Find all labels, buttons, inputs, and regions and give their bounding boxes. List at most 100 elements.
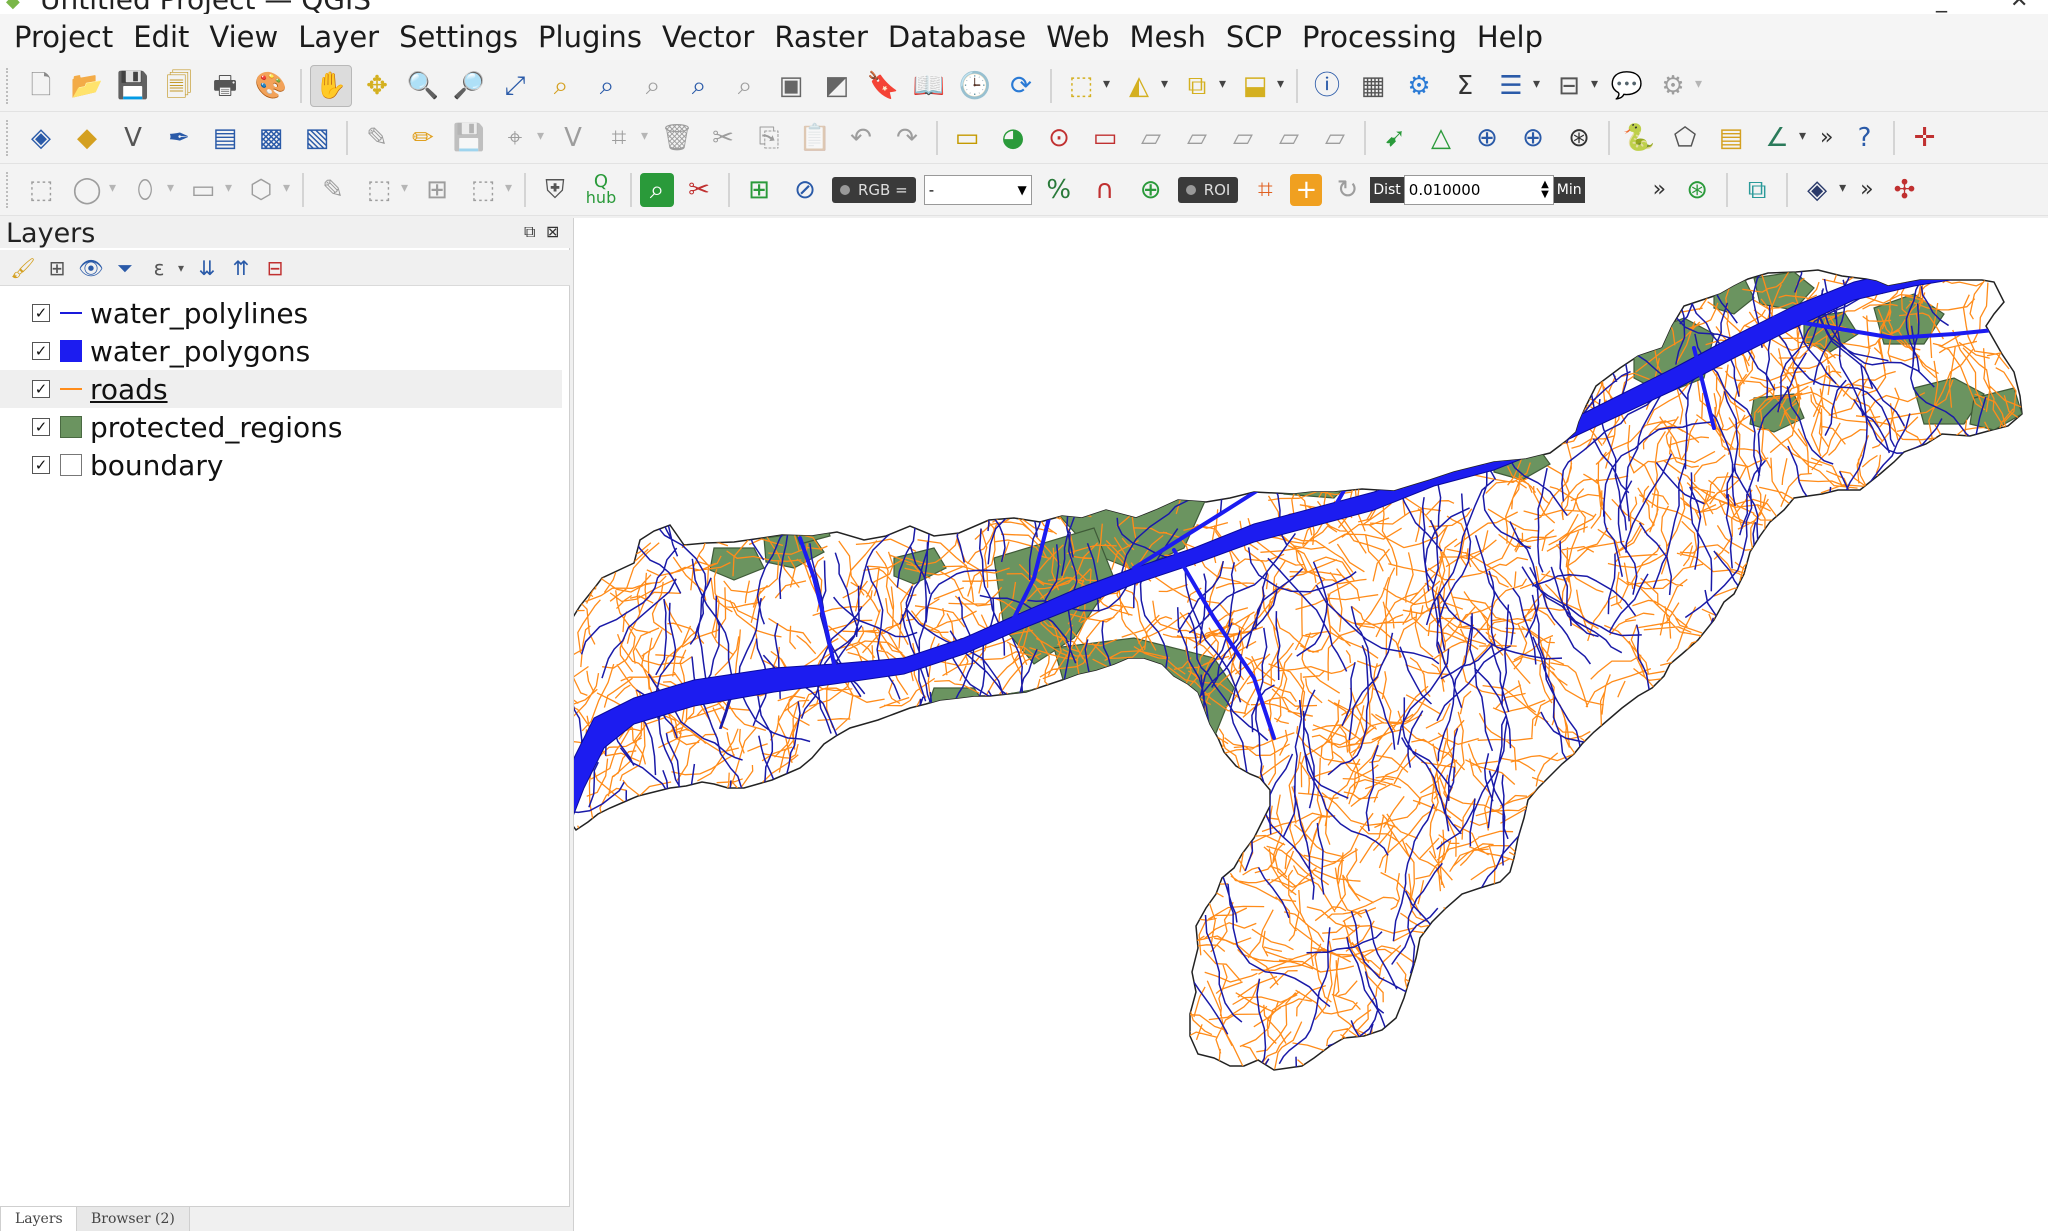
layer-checkbox[interactable]: ✓: [32, 380, 50, 398]
delete-selected-icon[interactable]: 🗑: [656, 117, 698, 159]
filter-expression-icon[interactable]: ε: [144, 253, 184, 283]
new-geopackage-icon[interactable]: ◆: [66, 117, 108, 159]
move-label-icon[interactable]: ▱: [1176, 117, 1218, 159]
print-layout-icon[interactable]: 🖶: [204, 65, 246, 107]
plugin-toolbox-icon[interactable]: ▤: [1710, 117, 1752, 159]
paste-features-icon[interactable]: 📋: [794, 117, 836, 159]
scp-tools-icon[interactable]: ✂: [678, 169, 720, 211]
add-circle-icon[interactable]: ◯: [66, 169, 116, 211]
map-tips-icon[interactable]: 💬: [1606, 65, 1648, 107]
menu-layer[interactable]: Layer: [288, 14, 389, 60]
highlight-labels-icon[interactable]: ▭: [1084, 117, 1126, 159]
metasearch-icon[interactable]: ⊛: [1558, 117, 1600, 159]
toolbar-overflow-icon[interactable]: »: [1852, 177, 1881, 202]
identify-features-icon[interactable]: ⓘ: [1306, 65, 1348, 107]
shield-plugin-icon[interactable]: ⛨: [534, 169, 576, 211]
menu-view[interactable]: View: [199, 14, 288, 60]
layer-row-water-polygons[interactable]: ✓ water_polygons: [0, 332, 562, 370]
zoom-next-icon[interactable]: ⌕: [724, 65, 766, 107]
plugin-shape-icon[interactable]: ⬠: [1664, 117, 1706, 159]
menu-project[interactable]: Project: [4, 14, 123, 60]
layer-checkbox[interactable]: ✓: [32, 456, 50, 474]
label-toolbar-icon[interactable]: ▭: [946, 117, 988, 159]
scp-zoom-roi-icon[interactable]: ⊕: [1130, 169, 1172, 211]
add-ellipse-icon[interactable]: ⬯: [124, 169, 174, 211]
share-icon[interactable]: ⊛: [1676, 169, 1718, 211]
show-bookmarks-icon[interactable]: 📖: [908, 65, 950, 107]
zoom-native-icon[interactable]: ⌕: [632, 65, 674, 107]
qgis-hub-button[interactable]: Qhub: [580, 169, 622, 211]
reshape-icon[interactable]: ⬚: [462, 169, 512, 211]
dist-spinbox[interactable]: 0.010000 ▲ ▼: [1403, 174, 1554, 205]
close-icon[interactable]: ✕: [2010, 0, 2028, 13]
menu-web[interactable]: Web: [1036, 14, 1119, 60]
layer-row-roads[interactable]: ✓ roads: [0, 370, 562, 408]
map-svg[interactable]: [574, 218, 2048, 1231]
menu-mesh[interactable]: Mesh: [1120, 14, 1216, 60]
crosshair-icon[interactable]: ✛: [1903, 117, 1945, 159]
new-map-view-icon[interactable]: ▣: [770, 65, 812, 107]
add-wms-icon[interactable]: ▧: [296, 117, 338, 159]
minimize-icon[interactable]: _: [1936, 0, 1947, 13]
scp-roi-draw-icon[interactable]: ⌗: [1244, 169, 1286, 211]
pan-to-selection-icon[interactable]: ✥: [356, 65, 398, 107]
zoom-last-icon[interactable]: ⌕: [678, 65, 720, 107]
menu-database[interactable]: Database: [878, 14, 1036, 60]
new-project-icon[interactable]: 🗋: [20, 65, 62, 107]
measure-icon[interactable]: ⊟: [1548, 65, 1598, 107]
redo-icon[interactable]: ↷: [886, 117, 928, 159]
advanced-edit-icon[interactable]: ✎: [312, 169, 354, 211]
add-raster-icon[interactable]: ▤: [204, 117, 246, 159]
profile-tool-icon[interactable]: ∠: [1756, 117, 1806, 159]
pin-labels-icon[interactable]: ⊙: [1038, 117, 1080, 159]
expand-all-icon[interactable]: ⇊: [192, 253, 222, 283]
layer-row-protected-regions[interactable]: ✓ protected_regions: [0, 408, 562, 446]
zoom-to-selection-icon[interactable]: ⌕: [540, 65, 582, 107]
pan-map-icon[interactable]: ✋: [310, 64, 352, 107]
triangle-tool-icon[interactable]: △: [1420, 117, 1462, 159]
float-panel-icon[interactable]: ⧉: [524, 222, 535, 242]
menu-help[interactable]: Help: [1467, 14, 1553, 60]
toolbar-overflow-icon[interactable]: »: [1645, 177, 1674, 202]
help-icon[interactable]: ?: [1843, 117, 1885, 159]
new-3d-view-icon[interactable]: ◩: [816, 65, 858, 107]
menu-scp[interactable]: SCP: [1216, 14, 1292, 60]
layer-copy-icon[interactable]: ⧉: [1736, 169, 1778, 211]
select-location-icon[interactable]: ➹: [1374, 117, 1416, 159]
locate-icon[interactable]: ⚙: [1652, 65, 1702, 107]
scp-add-roi-icon[interactable]: +: [1290, 173, 1323, 206]
scp-input-image-icon[interactable]: ⊘: [784, 169, 826, 211]
show-hide-labels-icon[interactable]: ▱: [1130, 117, 1172, 159]
georeferencer-icon[interactable]: ⊕: [1466, 117, 1508, 159]
rgb-toggle[interactable]: RGB =: [832, 176, 916, 203]
layer-checkbox[interactable]: ✓: [32, 304, 50, 322]
select-by-location-icon[interactable]: ⬓: [1234, 65, 1284, 107]
move-feature-icon[interactable]: ⬚: [358, 169, 408, 211]
save-edits-icon[interactable]: 💾: [448, 117, 490, 159]
add-rectangle-icon[interactable]: ▭: [182, 169, 232, 211]
menu-plugins[interactable]: Plugins: [528, 14, 652, 60]
refresh-icon[interactable]: ⟳: [1000, 65, 1042, 107]
label-properties-icon[interactable]: ▱: [1314, 117, 1356, 159]
menu-settings[interactable]: Settings: [389, 14, 528, 60]
menu-edit[interactable]: Edit: [123, 14, 199, 60]
new-bookmark-icon[interactable]: 🔖: [862, 65, 904, 107]
scp-redo-icon[interactable]: ↻: [1326, 169, 1368, 211]
open-table-icon[interactable]: ☰: [1490, 65, 1540, 107]
save-project-icon[interactable]: 💾: [112, 65, 154, 107]
open-project-icon[interactable]: 📂: [66, 65, 108, 107]
vertex-tool-icon[interactable]: V: [552, 117, 594, 159]
scp-zoom-icon[interactable]: ⌕: [640, 172, 674, 207]
rotate-label-icon[interactable]: ▱: [1222, 117, 1264, 159]
zoom-to-layer-icon[interactable]: ⌕: [586, 65, 628, 107]
change-label-icon[interactable]: ▱: [1268, 117, 1310, 159]
menu-processing[interactable]: Processing: [1292, 14, 1467, 60]
scp-band-set-icon[interactable]: ⊞: [738, 169, 780, 211]
attribute-table-icon[interactable]: ▦: [1352, 65, 1394, 107]
toolbar-handle[interactable]: [6, 119, 12, 156]
toolbar-handle[interactable]: [6, 171, 12, 208]
python-console-icon[interactable]: 🐍: [1618, 117, 1660, 159]
add-mesh-icon[interactable]: ▩: [250, 117, 292, 159]
rgb-select[interactable]: - ▼: [923, 174, 1032, 205]
style-layer-icon[interactable]: 🖌: [8, 253, 38, 283]
